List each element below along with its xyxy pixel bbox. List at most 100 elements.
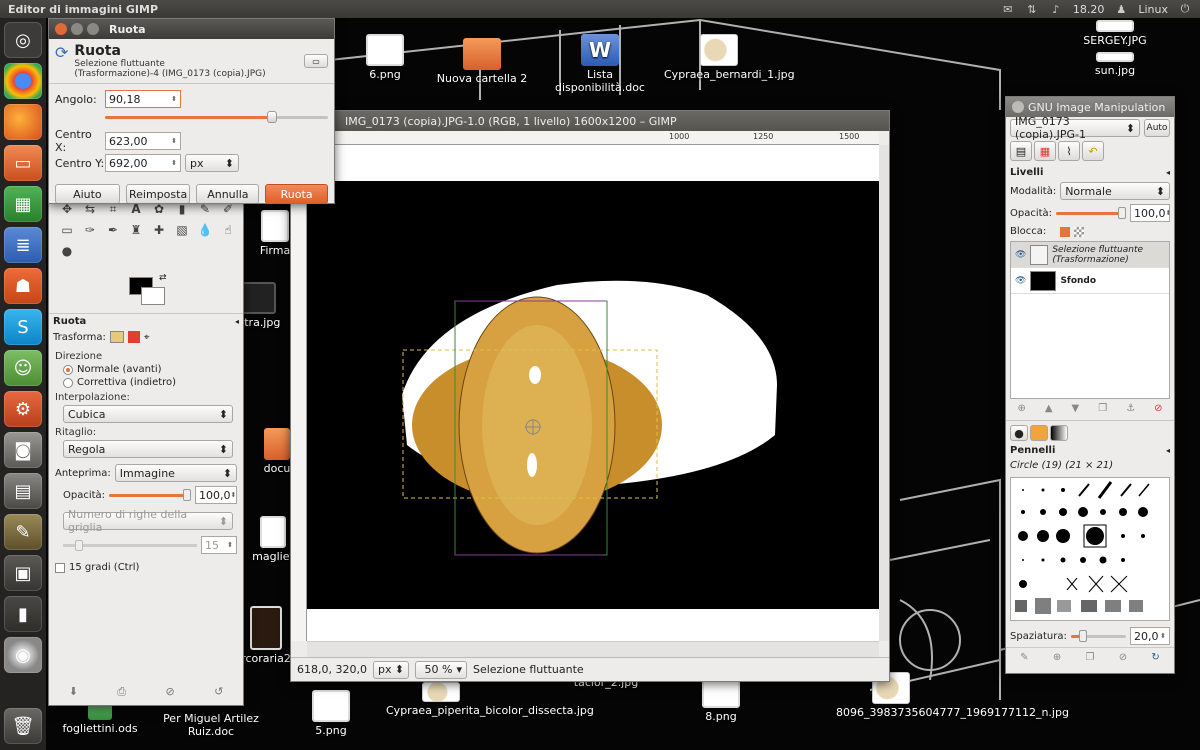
save-options-icon[interactable]: ⬇ — [69, 685, 78, 699]
swap-colors-icon[interactable]: ⇄ — [159, 273, 167, 283]
desktop-icon-5-png[interactable]: 5.png — [276, 690, 386, 737]
horizontal-scrollbar[interactable] — [307, 641, 879, 657]
layer-row-background[interactable]: 👁 Sfondo — [1011, 268, 1169, 294]
perspective-clone-icon[interactable]: ▧ — [172, 220, 192, 240]
vertical-scrollbar[interactable] — [879, 145, 889, 641]
delete-brush-icon[interactable]: ⊘ — [1119, 652, 1127, 663]
edit-brush-icon[interactable]: ✎ — [1020, 652, 1028, 663]
close-icon[interactable] — [1012, 101, 1024, 113]
layer-name[interactable]: Sfondo — [1060, 276, 1096, 286]
spacing-spin[interactable]: 20,0 ⬍ — [1130, 627, 1170, 645]
tab-menu-icon[interactable]: ◂ — [1166, 168, 1170, 177]
tab-menu-icon[interactable]: ◂ — [235, 317, 239, 326]
angle-input[interactable]: 90,18 ⬍ — [105, 90, 181, 108]
desktop-icon-new-folder[interactable]: Nuova cartella 2 — [427, 38, 537, 85]
delete-layer-icon[interactable]: ⊘ — [1154, 403, 1162, 414]
layer-opacity-slider[interactable] — [1056, 207, 1126, 219]
desktop-icon-fogliettini[interactable]: fogliettini.ods — [45, 704, 155, 735]
dodge-burn-tool-icon[interactable]: ● — [57, 241, 77, 261]
grid-mode-select[interactable]: Numero di righe della griglia ⬍ — [63, 508, 233, 534]
opacity-spin[interactable]: 100,0 ⬍ — [195, 486, 237, 504]
settings-icon[interactable]: ⚙ — [4, 391, 42, 427]
spin-arrows-icon[interactable]: ⬍ — [171, 95, 177, 103]
desktop-icon-rcoraria2[interactable]: rcoraria2 — [236, 606, 296, 665]
undo-history-tab-icon[interactable]: ↶ — [1082, 141, 1104, 161]
eraser-tool-icon[interactable]: ▭ — [57, 220, 77, 240]
minimize-icon[interactable] — [71, 23, 83, 35]
image-selector[interactable]: IMG_0173 (copia).JPG-1 ⬍ — [1010, 115, 1140, 141]
desktop-icon-sun[interactable]: sun.jpg — [1060, 52, 1170, 77]
rotate-button[interactable]: Ruota — [265, 184, 328, 203]
angle-slider[interactable] — [105, 110, 328, 124]
anchor-layer-icon[interactable]: ⚓ — [1126, 403, 1135, 414]
layers-tab-icon[interactable]: ▤ — [1010, 141, 1032, 161]
eye-icon[interactable]: 👁 — [1015, 250, 1026, 260]
desktop-icon-6-png[interactable]: 6.png — [330, 34, 440, 81]
layer-opacity-spin[interactable]: 100,0 ⬍ — [1130, 204, 1171, 222]
layer-name[interactable]: Selezione fluttuante (Trasformazione) — [1052, 245, 1165, 265]
lock-pixels-checkbox[interactable] — [1060, 226, 1071, 237]
firefox-icon[interactable] — [4, 104, 42, 140]
files-icon[interactable]: ▭ — [4, 145, 42, 181]
gimp-icon[interactable]: ✎ — [4, 514, 42, 550]
desktop-icon-cypraea-bernardi[interactable]: Cypraea_bernardi_1.jpg — [664, 34, 795, 81]
users-icon[interactable]: ☺ — [4, 350, 42, 386]
image-canvas[interactable] — [307, 145, 879, 641]
camera-icon[interactable]: ◙ — [4, 432, 42, 468]
delete-options-icon[interactable]: ⊘ — [165, 685, 174, 699]
direction-forward-radio[interactable]: Normale (avanti) — [63, 364, 229, 375]
skype-icon[interactable]: S — [4, 309, 42, 345]
new-brush-icon[interactable]: ⊕ — [1053, 652, 1061, 663]
duplicate-layer-icon[interactable]: ❐ — [1098, 403, 1107, 414]
desktop-icon-cypraea-piperita[interactable]: Cypraea_piperita_bicolor_dissecta.jpg — [386, 682, 594, 717]
refresh-brushes-icon[interactable]: ↻ — [1151, 652, 1159, 663]
desktop-icon-per-miguel[interactable]: Per Miguel Artilez Ruiz.doc — [156, 712, 266, 738]
reset-options-icon[interactable]: ↺ — [214, 685, 223, 699]
transform-path-icon[interactable]: ⌖ — [144, 332, 150, 343]
ink-tool-icon[interactable]: ✒ — [103, 220, 123, 240]
reset-button[interactable]: Reimposta — [125, 184, 191, 203]
brush-grid[interactable] — [1010, 477, 1170, 621]
preview-select[interactable]: Immagine ⬍ — [114, 464, 237, 482]
airbrush-tool-icon[interactable]: ✑ — [80, 220, 100, 240]
lock-alpha-checkbox[interactable] — [1074, 226, 1085, 237]
close-icon[interactable] — [55, 23, 67, 35]
status-unit-select[interactable]: px ⬍ — [372, 660, 409, 679]
trash-icon[interactable]: 🗑 — [4, 708, 42, 744]
transform-selection-icon[interactable] — [127, 331, 140, 343]
volume-icon[interactable]: ♪ — [1049, 3, 1063, 16]
workspace-switcher-icon[interactable]: ▣ — [4, 555, 42, 591]
lower-layer-icon[interactable]: ▼ — [1072, 403, 1080, 414]
dialog-menu-button[interactable]: ▭ — [304, 54, 328, 68]
vertical-ruler[interactable] — [291, 145, 307, 641]
grid-count-spin[interactable]: 15 ⬍ — [201, 536, 237, 554]
cancel-button[interactable]: Annulla — [196, 184, 260, 203]
mode-select[interactable]: Normale ⬍ — [1060, 182, 1170, 200]
maximize-icon[interactable] — [87, 23, 99, 35]
direction-backward-radio[interactable]: Correttiva (indietro) — [63, 377, 229, 388]
constrain-checkbox[interactable] — [55, 562, 65, 573]
interpolation-select[interactable]: Cubica ⬍ — [63, 405, 233, 423]
clipping-select[interactable]: Regola ⬍ — [63, 440, 233, 458]
tab-menu-icon[interactable]: ◂ — [1166, 446, 1170, 455]
cd-icon[interactable]: ◉ — [4, 637, 42, 673]
blur-tool-icon[interactable]: 💧 — [195, 220, 215, 240]
chrome-icon[interactable] — [4, 63, 42, 99]
desktop-icon-8-png[interactable]: 8.png — [666, 676, 776, 723]
brushes-tab-icon[interactable]: ● — [1010, 425, 1028, 441]
auto-button[interactable]: Auto — [1144, 119, 1170, 137]
transform-layer-icon[interactable] — [109, 331, 124, 343]
scanner-icon[interactable]: ▤ — [4, 473, 42, 509]
patterns-tab-icon[interactable] — [1030, 425, 1048, 441]
heal-tool-icon[interactable]: ✚ — [149, 220, 169, 240]
user-name[interactable]: Linux — [1138, 3, 1168, 16]
slider-knob[interactable] — [267, 111, 278, 123]
gradients-tab-icon[interactable] — [1050, 425, 1068, 441]
usb-drive-icon[interactable]: ▮ — [4, 596, 42, 632]
raise-layer-icon[interactable]: ▲ — [1045, 403, 1053, 414]
layer-row-floating[interactable]: 👁 Selezione fluttuante (Trasformazione) — [1011, 242, 1169, 268]
network-icon[interactable]: ⇅ — [1025, 3, 1039, 16]
new-layer-icon[interactable]: ⊕ — [1017, 403, 1025, 414]
duplicate-brush-icon[interactable]: ❐ — [1085, 652, 1094, 663]
smudge-tool-icon[interactable]: ☝ — [218, 220, 238, 240]
